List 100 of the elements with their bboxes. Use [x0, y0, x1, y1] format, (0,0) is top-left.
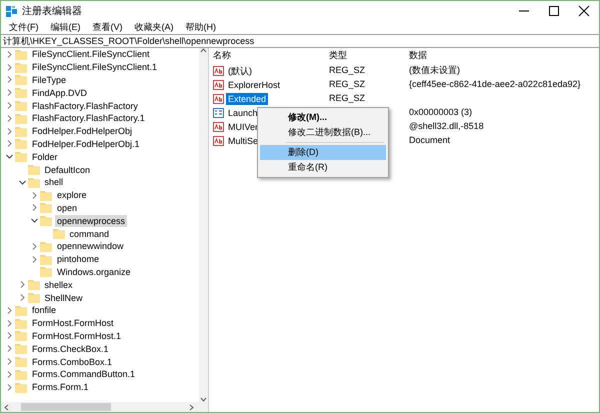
- tree-item[interactable]: Windows.organize: [55, 266, 133, 278]
- tree-item[interactable]: FindApp.DVD: [30, 86, 90, 99]
- value-data: (数值未设置): [409, 64, 460, 78]
- window-title: 注册表编辑器: [22, 4, 83, 18]
- value-name[interactable]: Launch: [226, 107, 260, 119]
- tree-item[interactable]: FileType: [30, 74, 68, 86]
- string-value-icon: [213, 66, 224, 76]
- expand-icon[interactable]: [5, 62, 14, 72]
- expand-icon[interactable]: [5, 88, 14, 98]
- expand-icon[interactable]: [5, 50, 14, 59]
- value-name[interactable]: MultiSe: [226, 135, 260, 147]
- vertical-scrollbar[interactable]: [199, 48, 208, 402]
- tree-item[interactable]: FlashFactory.FlashFactory: [30, 100, 140, 112]
- expand-icon[interactable]: [5, 357, 14, 366]
- tree-item[interactable]: open: [55, 202, 80, 214]
- tree-item[interactable]: Folder: [30, 150, 60, 163]
- folder-icon: [28, 292, 40, 304]
- tree-item[interactable]: shellex: [42, 278, 75, 291]
- menu-item[interactable]: 查看(V): [86, 21, 128, 34]
- tree-item[interactable]: FodHelper.FodHelperObj.1: [30, 138, 142, 150]
- binary-value-icon: [213, 108, 224, 118]
- value-data: 0x00000003 (3): [409, 106, 472, 120]
- folder-icon: [15, 151, 27, 162]
- tree-item[interactable]: opennewwindow: [55, 240, 126, 252]
- tree-item[interactable]: pintohome: [55, 253, 102, 266]
- folder-icon: [15, 48, 27, 60]
- folder-icon: [28, 164, 40, 176]
- tree-item[interactable]: Forms.CommandButton.1: [30, 368, 138, 380]
- expand-icon[interactable]: [5, 126, 14, 136]
- menu-item[interactable]: 重命名(R): [260, 160, 386, 175]
- column-header[interactable]: 类型: [329, 49, 409, 63]
- expand-icon[interactable]: [5, 114, 14, 123]
- tree-item[interactable]: FodHelper.FodHelperObj: [30, 125, 134, 138]
- expand-icon[interactable]: [5, 370, 14, 379]
- expand-icon[interactable]: [5, 75, 14, 84]
- expand-icon[interactable]: [5, 101, 14, 110]
- horizontal-scrollbar[interactable]: [1, 402, 208, 412]
- value-name[interactable]: Extended: [226, 93, 268, 105]
- folder-icon: [15, 138, 27, 150]
- tree-item[interactable]: Forms.Form.1: [30, 381, 91, 394]
- tree-item[interactable]: DefaultIcon: [42, 164, 92, 176]
- tree-item[interactable]: FormHost.FormHost: [30, 317, 116, 330]
- scroll-down-icon[interactable]: [200, 397, 207, 402]
- menu-item[interactable]: 删除(D): [260, 145, 386, 160]
- tree-item[interactable]: command: [68, 228, 112, 240]
- tree-item[interactable]: ShellNew: [42, 292, 85, 304]
- tree-item[interactable]: Forms.ComboBox.1: [30, 356, 114, 368]
- expand-icon[interactable]: [5, 139, 14, 148]
- folder-icon: [15, 330, 27, 342]
- folder-icon: [40, 266, 52, 278]
- tree-item[interactable]: opennewprocess: [55, 214, 128, 227]
- value-data: @shell32.dll,-8518: [409, 120, 484, 134]
- expand-icon[interactable]: [30, 242, 39, 251]
- tree-item[interactable]: fonfile: [30, 304, 58, 316]
- expand-icon[interactable]: [5, 318, 14, 328]
- folder-icon: [15, 112, 27, 124]
- folder-icon: [15, 126, 27, 137]
- folder-icon: [52, 228, 64, 240]
- tree-item[interactable]: shell: [42, 176, 66, 188]
- tree-item[interactable]: explore: [55, 189, 89, 202]
- column-header[interactable]: 数据: [409, 49, 427, 63]
- tree-item[interactable]: FileSyncClient.FileSyncClient.1: [30, 61, 160, 74]
- menu-item[interactable]: 帮助(H): [180, 21, 222, 34]
- menu-item[interactable]: 修改(M)...: [260, 110, 386, 125]
- value-name[interactable]: MUIVer: [226, 121, 260, 133]
- scroll-thumb[interactable]: [21, 403, 111, 411]
- value-type: REG_SZ: [329, 64, 366, 78]
- collapse-icon[interactable]: [5, 152, 14, 162]
- folder-icon: [40, 190, 52, 201]
- folder-icon: [15, 87, 27, 98]
- expand-icon[interactable]: [5, 331, 14, 340]
- value-name[interactable]: (默认): [226, 65, 254, 77]
- scroll-up-icon[interactable]: [200, 48, 207, 53]
- expand-icon[interactable]: [30, 203, 39, 212]
- string-value-icon: [213, 80, 224, 90]
- menu-item[interactable]: 收藏夹(A): [128, 21, 180, 34]
- expand-icon[interactable]: [18, 293, 26, 302]
- collapse-icon[interactable]: [18, 178, 26, 187]
- address-bar[interactable]: 计算机\HKEY_CLASSES_ROOT\Folder\shell\opennewprocess: [1, 34, 599, 48]
- expand-icon[interactable]: [18, 280, 26, 290]
- menu-item[interactable]: 文件(F): [3, 21, 44, 34]
- expand-icon[interactable]: [5, 344, 14, 354]
- menu-item[interactable]: 编辑(E): [44, 21, 86, 34]
- menu-item[interactable]: 修改二进制数据(B)...: [260, 125, 386, 140]
- collapse-icon[interactable]: [30, 216, 39, 226]
- value-data: {ceff45ee-c862-41de-aee2-a022c81eda92}: [409, 78, 580, 92]
- column-header[interactable]: 名称: [213, 49, 329, 63]
- expand-icon[interactable]: [30, 190, 39, 200]
- tree-item[interactable]: FileSyncClient.FileSyncClient: [30, 48, 152, 60]
- tree-item[interactable]: FormHost.FormHost.1: [30, 330, 124, 342]
- scroll-right-icon[interactable]: [189, 404, 194, 410]
- tree-item[interactable]: FlashFactory.FlashFactory.1: [30, 112, 147, 124]
- value-name[interactable]: ExplorerHost: [226, 79, 282, 91]
- scroll-left-icon[interactable]: [4, 404, 9, 410]
- expand-icon[interactable]: [30, 254, 39, 264]
- folder-icon: [15, 368, 27, 380]
- value-data: Document: [409, 134, 450, 148]
- tree-item[interactable]: Forms.CheckBox.1: [30, 342, 111, 355]
- expand-icon[interactable]: [5, 306, 14, 315]
- expand-icon[interactable]: [5, 382, 14, 392]
